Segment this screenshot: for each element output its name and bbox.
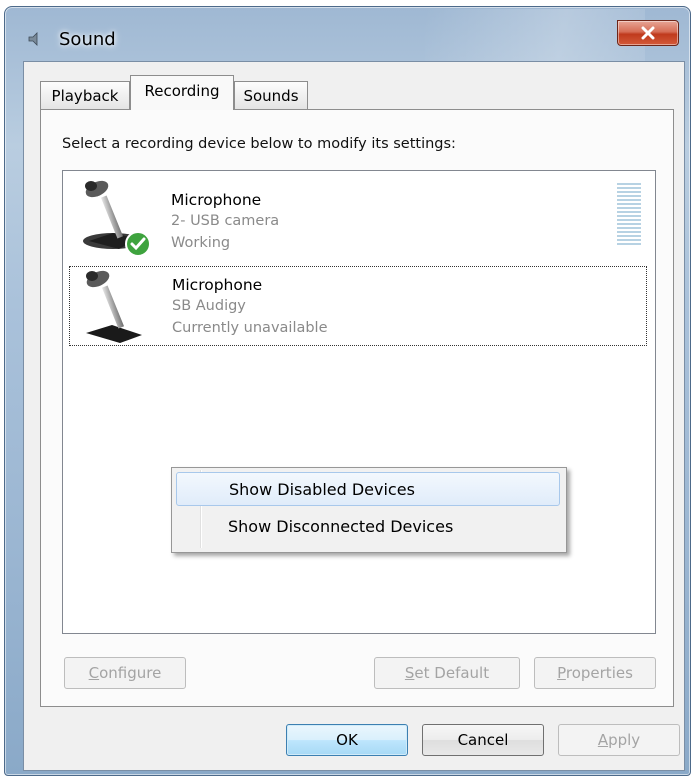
device-description: SB Audigy [172, 298, 246, 314]
device-description: 2- USB camera [171, 213, 280, 229]
speaker-icon [28, 32, 38, 46]
device-item[interactable]: Microphone 2- USB camera Working [69, 175, 647, 257]
close-icon [641, 26, 655, 40]
dialog-client: Playback Recording Sounds Select a recor… [23, 61, 685, 771]
tab-sounds[interactable]: Sounds [234, 81, 308, 109]
tab-recording[interactable]: Recording [130, 75, 234, 110]
default-check-icon [125, 231, 151, 257]
device-item[interactable]: Microphone SB Audigy Currently unavailab… [69, 266, 647, 346]
properties-button[interactable]: Properties [534, 657, 656, 689]
cancel-button[interactable]: Cancel [422, 724, 544, 756]
menu-item-show-disabled[interactable]: Show Disabled Devices [176, 472, 560, 506]
device-status: Currently unavailable [172, 320, 328, 336]
instruction-text: Select a recording device below to modif… [62, 136, 456, 152]
level-meter [617, 183, 641, 249]
ok-button[interactable]: OK [286, 724, 408, 756]
window-title: Sound [59, 29, 116, 50]
set-default-button[interactable]: Set Default [374, 657, 520, 689]
device-name: Microphone [172, 276, 263, 294]
close-button[interactable] [617, 20, 679, 46]
device-status: Working [171, 235, 231, 251]
context-menu: Show Disabled Devices Show Disconnected … [171, 467, 567, 553]
window-frame: Sound Playback Recording Sounds Select a… [4, 6, 691, 776]
device-list[interactable]: Microphone 2- USB camera Working Microph… [62, 170, 656, 634]
apply-button[interactable]: Apply [558, 724, 680, 756]
device-name: Microphone [171, 191, 262, 209]
configure-button[interactable]: Configure [64, 657, 186, 689]
menu-item-show-disconnected[interactable]: Show Disconnected Devices [176, 510, 560, 544]
microphone-icon [86, 270, 142, 343]
tab-playback[interactable]: Playback [40, 81, 130, 109]
